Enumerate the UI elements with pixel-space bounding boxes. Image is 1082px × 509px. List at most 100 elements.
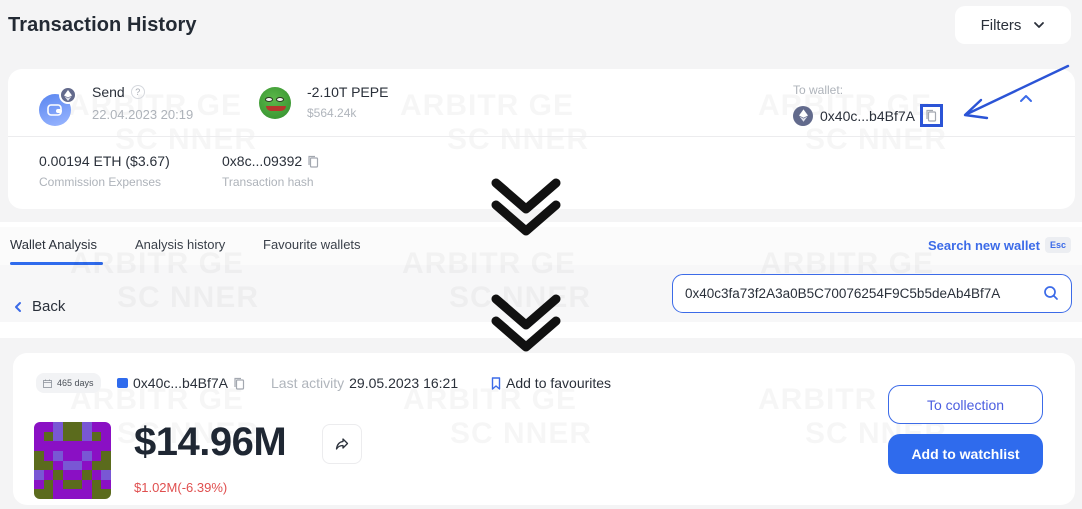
wallet-search-input[interactable] <box>685 286 1035 301</box>
avatar-pixel <box>91 489 102 499</box>
avatar-pixel <box>72 431 83 442</box>
chevron-left-icon <box>15 301 21 312</box>
add-to-favourites-button[interactable]: Add to favourites <box>491 375 611 391</box>
avatar-pixel <box>62 470 73 480</box>
wallet-balance: $14.96M <box>134 420 287 464</box>
to-wallet-label: To wallet: <box>793 83 844 97</box>
avatar-pixel <box>43 460 54 471</box>
back-button[interactable]: Back <box>14 298 65 315</box>
avatar-pixel <box>62 441 73 451</box>
token-usd-value: $564.24k <box>307 106 357 120</box>
last-activity-value: 29.05.2023 16:21 <box>349 375 459 391</box>
copy-icon <box>926 109 937 122</box>
add-to-watchlist-button[interactable]: Add to watchlist <box>888 434 1043 474</box>
avatar-pixel <box>43 431 54 442</box>
avatar-pixel <box>62 460 73 471</box>
avatar-pixel <box>53 479 63 490</box>
wallet-analysis-panel: Wallet Analysis Analysis history Favouri… <box>0 227 1082 322</box>
wallet-icon <box>117 378 128 388</box>
wallet-age-label: 465 days <box>57 378 94 388</box>
avatar-pixel <box>101 441 111 451</box>
avatar-pixel <box>101 460 111 471</box>
avatar-pixel <box>34 479 44 490</box>
wallet-summary-card: ARBITR GESC NNER ARBITR GESC NNER ARBITR… <box>13 353 1075 505</box>
avatar-pixel <box>72 479 83 490</box>
watermark: ARBITR GESC NNER <box>400 89 589 157</box>
transaction-type: Send ? <box>92 84 145 100</box>
search-new-wallet-link[interactable]: Search new wallet Esc <box>928 237 1072 253</box>
pepe-eye <box>276 97 284 102</box>
avatar-pixel <box>101 479 111 490</box>
separator <box>0 322 1082 338</box>
avatar-pixel <box>53 431 63 442</box>
avatar-pixel <box>82 450 92 461</box>
commission-label: Commission Expenses <box>39 175 162 189</box>
avatar-pixel <box>34 422 44 432</box>
token-amount: -2.10T PEPE <box>307 84 389 100</box>
avatar-pixel <box>53 470 63 480</box>
tab-wallet-analysis[interactable]: Wallet Analysis <box>10 237 97 252</box>
avatar-pixel <box>101 450 111 461</box>
tabs-bar: Wallet Analysis Analysis history Favouri… <box>0 227 1082 265</box>
chevron-up-icon[interactable] <box>1016 91 1036 107</box>
avatar-pixel <box>91 431 102 442</box>
avatar-pixel <box>101 431 111 442</box>
avatar-pixel <box>72 441 83 451</box>
avatar-pixel <box>82 422 92 432</box>
ethereum-icon <box>59 86 77 104</box>
avatar-pixel <box>62 479 73 490</box>
wallet-search-field[interactable] <box>672 274 1072 313</box>
pepe-eye <box>265 97 273 102</box>
pepe-token-icon <box>259 87 291 119</box>
avatar-pixel <box>101 470 111 480</box>
avatar-pixel <box>72 450 83 461</box>
avatar-pixel <box>62 450 73 461</box>
commission-value: 0.00194 ETH ($3.67) <box>39 153 170 169</box>
copy-icon[interactable] <box>307 155 319 168</box>
wallet-address-value[interactable]: 0x40c...b4Bf7A <box>133 375 228 391</box>
transaction-hash-label: Transaction hash <box>222 175 314 189</box>
avatar-pixel <box>82 470 92 480</box>
copy-address-button[interactable] <box>919 104 943 127</box>
to-wallet-address[interactable]: 0x40c...b4Bf7A <box>820 108 915 124</box>
tab-analysis-history[interactable]: Analysis history <box>135 237 225 252</box>
avatar-pixel <box>43 441 54 451</box>
send-type-icon <box>39 86 77 126</box>
share-button[interactable] <box>322 424 362 464</box>
avatar-pixel <box>72 470 83 480</box>
transaction-hash-value[interactable]: 0x8c...09392 <box>222 153 302 169</box>
transaction-type-label: Send <box>92 84 125 100</box>
avatar-pixel <box>82 441 92 451</box>
avatar-pixel <box>43 479 54 490</box>
filters-button[interactable]: Filters <box>955 6 1071 44</box>
chevron-down-icon <box>1034 22 1045 28</box>
avatar-pixel <box>91 470 102 480</box>
avatar-pixel <box>91 479 102 490</box>
avatar-pixel <box>34 489 44 499</box>
add-to-favourites-label: Add to favourites <box>506 375 612 391</box>
avatar-pixel <box>101 489 111 499</box>
avatar-pixel <box>91 460 102 471</box>
transaction-hash: 0x8c...09392 <box>222 153 319 169</box>
copy-icon[interactable] <box>233 377 245 390</box>
search-icon[interactable] <box>1043 285 1059 301</box>
avatar-pixel <box>53 422 63 432</box>
avatar-pixel <box>91 450 102 461</box>
wallet-avatar <box>34 422 111 499</box>
last-activity: Last activity 29.05.2023 16:21 <box>271 375 458 391</box>
tab-favourite-wallets[interactable]: Favourite wallets <box>263 237 361 252</box>
transaction-card[interactable]: ARBITR GESC NNER ARBITR GESC NNER ARBITR… <box>8 69 1075 209</box>
wallet-age-chip: 465 days <box>36 373 101 393</box>
avatar-pixel <box>53 441 63 451</box>
help-icon[interactable]: ? <box>130 85 145 99</box>
avatar-pixel <box>53 489 63 499</box>
avatar-pixel <box>101 422 111 432</box>
to-collection-button[interactable]: To collection <box>888 385 1043 424</box>
to-wallet: 0x40c...b4Bf7A <box>793 104 943 127</box>
avatar-pixel <box>34 441 44 451</box>
search-new-wallet-label: Search new wallet <box>928 237 1040 253</box>
transaction-history-panel: Transaction History Filters ARBITR GESC … <box>0 0 1082 222</box>
avatar-pixel <box>43 470 54 480</box>
avatar-pixel <box>91 441 102 451</box>
avatar-pixel <box>34 470 44 480</box>
